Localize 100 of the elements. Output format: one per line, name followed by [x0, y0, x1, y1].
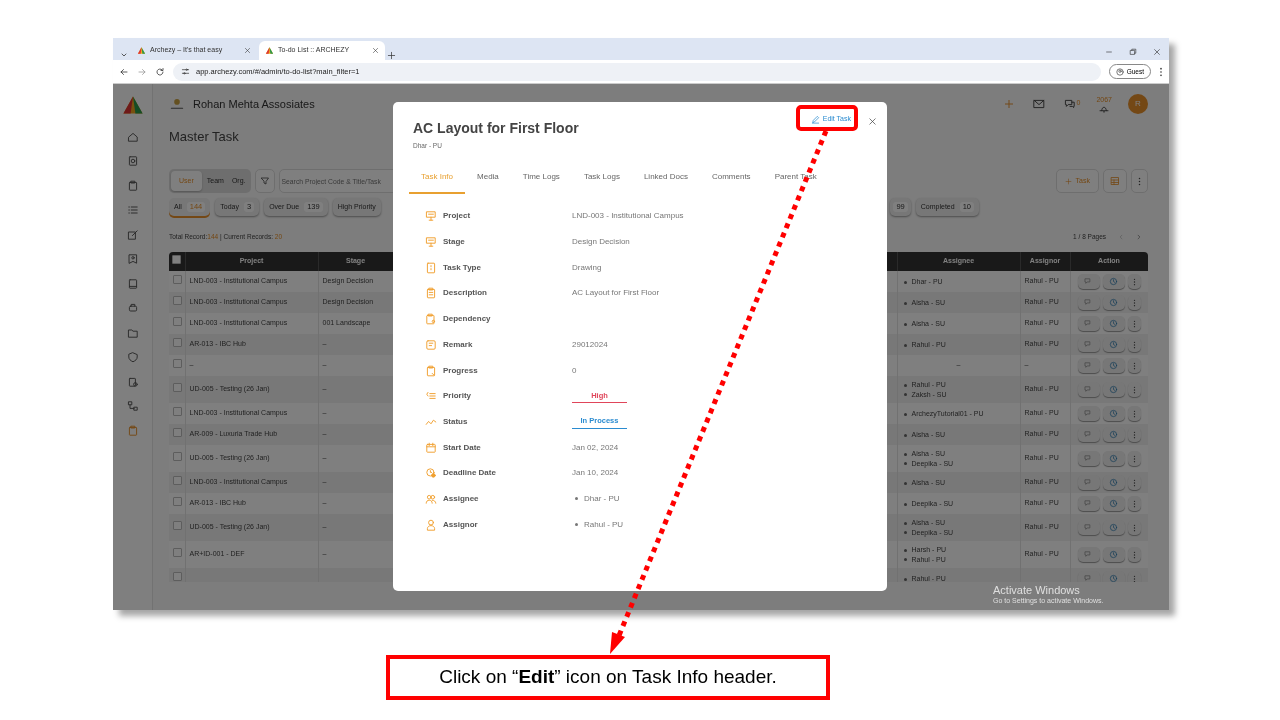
company-logo-icon: [169, 97, 185, 111]
chat-button[interactable]: [1077, 571, 1100, 582]
time-log-button[interactable]: [1102, 451, 1125, 466]
more-button[interactable]: [1127, 406, 1141, 421]
row-checkbox[interactable]: [173, 452, 182, 462]
chat-icon: [1084, 523, 1093, 532]
network-icon[interactable]: [126, 400, 139, 412]
select-all-checkbox[interactable]: [172, 255, 182, 265]
chat-button[interactable]: [1077, 274, 1100, 289]
row-checkbox[interactable]: [173, 275, 182, 285]
tab[interactable]: Media: [465, 165, 511, 194]
clipboard-icon[interactable]: [126, 179, 139, 192]
field-label: Progress: [443, 364, 478, 377]
more-icon[interactable]: [1159, 66, 1163, 77]
more-icon: [1132, 499, 1136, 508]
more-button[interactable]: [1127, 571, 1141, 582]
more-button[interactable]: [1127, 337, 1141, 352]
time-log-button[interactable]: [1102, 316, 1125, 331]
field-value: 29012024: [572, 339, 608, 349]
field-value: AC Layout for First Floor: [572, 288, 660, 298]
tab[interactable]: Time Logs: [510, 165, 572, 194]
more-button[interactable]: [1127, 496, 1141, 511]
shield-icon[interactable]: [126, 351, 139, 363]
chat-button[interactable]: [1077, 547, 1100, 562]
chat-button[interactable]: [1077, 295, 1100, 310]
folder-icon[interactable]: [126, 326, 139, 339]
more-button[interactable]: [1127, 295, 1141, 310]
document-icon[interactable]: [126, 155, 139, 167]
next-icon[interactable]: [1136, 234, 1142, 240]
time-log-button[interactable]: [1102, 274, 1125, 289]
clipboard-icon[interactable]: [126, 375, 139, 388]
bullet-icon: [575, 497, 578, 501]
minimize-icon[interactable]: [1105, 48, 1113, 56]
chat-icon[interactable]: [1062, 98, 1077, 110]
clipboard-icon[interactable]: [126, 424, 139, 437]
logo-icon: [265, 46, 274, 55]
star-document-icon[interactable]: [126, 253, 139, 265]
more-button[interactable]: [1131, 169, 1148, 193]
restore-icon[interactable]: [1129, 48, 1137, 56]
row-checkbox[interactable]: [173, 296, 182, 306]
clock-icon: [1109, 499, 1118, 508]
tab[interactable]: Task Logs: [571, 165, 632, 194]
clock-icon: [1109, 550, 1118, 559]
tab[interactable]: Comments: [699, 165, 763, 194]
more-button[interactable]: [1127, 316, 1141, 331]
new-tab-icon[interactable]: [387, 51, 396, 60]
row-checkbox[interactable]: [173, 497, 182, 507]
chat-button[interactable]: [1077, 337, 1100, 352]
reload-icon[interactable]: [155, 66, 165, 77]
list-icon[interactable]: [126, 204, 139, 216]
dialog-title: AC Layout for First Floor: [413, 120, 580, 137]
more-button[interactable]: [1127, 475, 1141, 490]
filter-button[interactable]: [254, 169, 275, 193]
more-button[interactable]: [1127, 547, 1141, 562]
chat-button[interactable]: [1077, 316, 1100, 331]
people-icon: [425, 492, 437, 505]
bell-icon[interactable]: [1097, 105, 1112, 114]
row-checkbox[interactable]: [173, 572, 182, 582]
chat-button[interactable]: [1077, 496, 1100, 511]
time-log-button[interactable]: [1102, 496, 1125, 511]
row-checkbox[interactable]: [173, 548, 182, 558]
time-log-button[interactable]: [1102, 358, 1125, 373]
tab[interactable]: Task Info: [409, 165, 465, 194]
back-icon[interactable]: [119, 66, 129, 77]
close-icon[interactable]: [1153, 48, 1161, 56]
bullet-icon: [903, 393, 907, 397]
close-icon[interactable]: [244, 47, 251, 54]
row-checkbox[interactable]: [173, 338, 182, 348]
chat-button[interactable]: [1077, 406, 1100, 421]
tab[interactable]: Linked Docs: [631, 165, 700, 194]
more-button[interactable]: [1127, 451, 1141, 466]
row-checkbox[interactable]: [173, 476, 182, 486]
more-button[interactable]: [1127, 274, 1141, 289]
row-checkbox[interactable]: [173, 359, 182, 369]
book-icon[interactable]: [126, 277, 139, 290]
home-icon[interactable]: [126, 130, 139, 143]
plus-icon[interactable]: [1002, 98, 1015, 110]
row-checkbox[interactable]: [173, 383, 182, 393]
chat-button[interactable]: [1077, 451, 1100, 466]
edit-icon[interactable]: [126, 228, 139, 241]
more-button[interactable]: [1127, 358, 1141, 373]
clock-icon: [1109, 319, 1118, 328]
row-checkbox[interactable]: [173, 428, 182, 438]
row-checkbox[interactable]: [173, 317, 182, 327]
chat-button[interactable]: [1077, 358, 1100, 373]
close-icon[interactable]: [372, 47, 379, 54]
chat-button[interactable]: [1077, 427, 1100, 442]
more-button[interactable]: [1127, 427, 1141, 442]
forward-icon[interactable]: [137, 66, 147, 77]
clipboard-icon: [425, 364, 437, 377]
time-log-button[interactable]: [1102, 406, 1125, 421]
clock-icon: [1109, 574, 1118, 582]
printer-icon[interactable]: [126, 302, 139, 314]
pencil-icon: [810, 114, 820, 124]
chat-button[interactable]: [1077, 475, 1100, 490]
table-view-button[interactable]: [1103, 169, 1127, 193]
row-checkbox[interactable]: [173, 521, 182, 531]
row-checkbox[interactable]: [173, 407, 182, 417]
more-icon: [1132, 430, 1136, 439]
time-log-button[interactable]: [1102, 547, 1125, 562]
